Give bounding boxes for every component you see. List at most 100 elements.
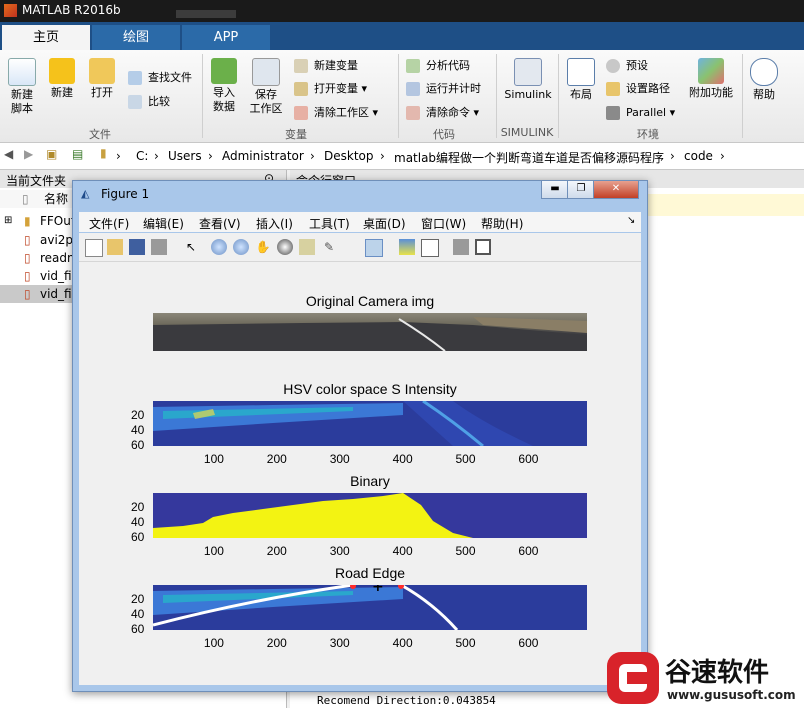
up-folder-icon[interactable]: ▣ [46,147,57,161]
menu-desktop[interactable]: 桌面(D) [363,215,406,232]
new-variable-button[interactable]: 新建变量 [294,56,358,76]
minimize-button[interactable]: ▬ [541,181,569,199]
list-item-label: FFOut [40,214,76,228]
crumb-separator: › [380,149,385,163]
breadcrumb-administrator[interactable]: Administrator [222,149,304,163]
clear-workspace-button[interactable]: 清除工作区 ▾ [294,103,378,123]
new-plus-icon [49,58,75,84]
figure-title: Figure 1 [101,187,150,201]
tab-home[interactable]: 主页 [2,25,90,50]
clear-commands-button[interactable]: 清除命令 ▾ [406,103,479,123]
figure-menu-bar: 文件(F) 编辑(E) 查看(V) 插入(I) 工具(T) 桌面(D) 窗口(W… [79,212,641,232]
x-tick-label: 200 [266,452,287,466]
import-data-button[interactable]: 导入 数据 [206,58,242,114]
x-tick-label: 400 [392,544,413,558]
ribbon-separator [202,54,203,138]
breadcrumb-desktop[interactable]: Desktop [324,149,374,163]
expand-icon[interactable]: ⊞ [4,212,12,230]
breadcrumb-code[interactable]: code [684,149,713,163]
layout-button[interactable]: 布局 [564,58,598,102]
column-name-label: 名称 [44,192,69,206]
open-file-icon[interactable] [107,239,123,255]
link-plot-icon[interactable] [365,239,383,257]
legend-icon[interactable] [421,239,439,257]
forward-arrow-icon[interactable]: ▶ [24,147,33,161]
save-workspace-icon [252,58,280,86]
parallel-label: Parallel [626,106,667,119]
colorbar-icon[interactable] [399,239,415,255]
breadcrumb-users[interactable]: Users [168,149,202,163]
new-button[interactable]: 新建 [46,58,78,100]
menu-view[interactable]: 查看(V) [199,215,241,232]
tab-plots[interactable]: 绘图 [92,25,180,50]
brush-icon[interactable]: ✎ [321,239,337,255]
y-tick-label: 40 [131,423,145,437]
watermark-brand: 谷速软件 [665,658,770,688]
ribbon-separator [398,54,399,138]
save-workspace-button[interactable]: 保存 工作区 [246,58,286,116]
matlab-file-icon: ▯ [24,269,31,283]
set-path-button[interactable]: 设置路径 [606,79,670,99]
rotate-3d-icon[interactable] [277,239,293,255]
tab-apps[interactable]: APP [182,25,270,50]
open-button[interactable]: 打开 [86,58,118,100]
compare-button[interactable]: 比较 [128,92,170,112]
restore-button[interactable]: ❐ [567,181,595,199]
analyze-code-label: 分析代码 [426,59,470,72]
help-label: 帮助 [753,88,775,101]
simulink-icon [514,58,542,86]
simulink-label: Simulink [504,88,552,101]
menu-insert[interactable]: 插入(I) [256,215,293,232]
menu-help[interactable]: 帮助(H) [481,215,523,232]
analyze-code-button[interactable]: 分析代码 [406,56,470,76]
axes-title-road-edge: Road Edge [334,565,406,581]
pointer-icon[interactable]: ↖ [183,239,199,255]
gear-icon [606,59,620,73]
menu-window[interactable]: 窗口(W) [421,215,466,232]
menu-tools[interactable]: 工具(T) [309,215,350,232]
menu-file[interactable]: 文件(F) [89,215,129,232]
new-script-button[interactable]: 新建 脚本 [4,58,40,116]
clear-commands-icon [406,106,420,120]
close-button[interactable]: ✕ [593,181,639,199]
parallel-button[interactable]: Parallel ▾ [606,103,675,123]
y-tick-label: 40 [131,515,145,529]
open-variable-button[interactable]: 打开变量 ▾ [294,79,367,99]
breadcrumb-project-folder[interactable]: matlab编程做一个判断弯道车道是否偏移源码程序 [394,149,664,166]
save-icon[interactable] [129,239,145,255]
addons-button[interactable]: 附加功能 [688,58,734,100]
new-figure-icon[interactable] [85,239,103,257]
matlab-file-icon: ▯ [24,233,31,247]
crumb-separator: › [116,149,121,163]
show-plot-tools-icon[interactable] [475,239,491,255]
y-tick-label: 60 [131,530,145,544]
watermark-url: www.gususoft.com [667,688,796,702]
hide-plot-tools-icon[interactable] [453,239,469,255]
menu-edit[interactable]: 编辑(E) [143,215,184,232]
x-tick-label: 600 [518,636,539,650]
axes-title-hsv: HSV color space S Intensity [283,381,457,397]
run-and-time-button[interactable]: 运行并计时 [406,79,481,99]
help-button[interactable]: 帮助 [748,58,780,102]
pan-hand-icon[interactable]: ✋ [255,239,271,255]
zoom-out-icon[interactable] [233,239,249,255]
title-bar-placeholder [176,10,236,18]
x-tick-label: 500 [455,636,476,650]
simulink-button[interactable]: Simulink [502,58,554,102]
dock-arrow-icon[interactable]: ↘ [627,215,635,226]
find-files-button[interactable]: 查找文件 [128,68,192,88]
breadcrumb-drive[interactable]: C: [136,149,148,163]
parallel-icon [606,106,620,120]
list-item-label: vid_fi [40,269,72,283]
data-cursor-icon[interactable] [299,239,315,255]
import-data-label: 导入 数据 [213,86,235,113]
back-arrow-icon[interactable]: ◀ [4,147,13,161]
zoom-in-icon[interactable] [211,239,227,255]
print-icon[interactable] [151,239,167,255]
preferences-button[interactable]: 预设 [606,56,648,76]
browse-folder-icon[interactable]: ▤ [72,147,83,161]
save-workspace-label: 保存 工作区 [249,88,283,115]
group-variable-label: 变量 [285,128,307,141]
open-folder-icon [89,58,115,84]
camera-image [153,313,587,351]
